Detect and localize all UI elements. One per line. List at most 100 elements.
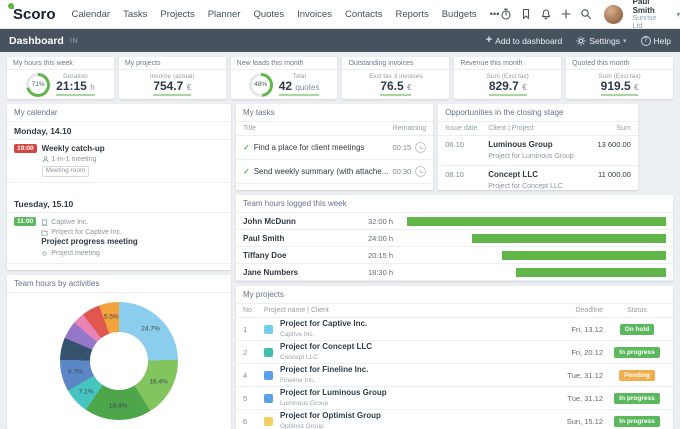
kpi-value[interactable]: 829.7 €	[488, 79, 527, 97]
kpi-row: My hours this week 71% Duration 21:15 h …	[7, 57, 673, 99]
event-title: Weekly catch-up	[41, 144, 105, 153]
team-member-name: John McDunn	[243, 216, 296, 226]
team-hours-row[interactable]: Jane Numbers 18:30 h	[236, 264, 673, 281]
team-member-hours: 20:15 h	[367, 250, 393, 260]
project-row[interactable]: 4 Project for Fineline Inc. Fineline Inc…	[236, 364, 673, 387]
activities-donut-chart[interactable]: 24.7% 16.4% 18.4% 7.1% 8.7% 6.1% 5.5%	[7, 293, 231, 429]
start-timer-icon[interactable]	[415, 142, 427, 153]
user-avatar[interactable]	[603, 4, 623, 24]
project-name[interactable]: Project for Captive Inc.	[280, 319, 548, 329]
user-menu[interactable]: Paul Smith Sunrise Ltd	[633, 0, 667, 31]
column-name-client[interactable]: Project name | Client	[264, 307, 548, 314]
projects-column-headers: No. Project name | Client Deadline Statu…	[236, 304, 673, 318]
nav-item-budgets[interactable]: Budgets	[442, 9, 477, 20]
add-to-dashboard-button[interactable]: + Add to dashboard	[486, 35, 563, 46]
hours-bar	[471, 233, 666, 243]
nav-item-contacts[interactable]: Contacts	[345, 9, 383, 20]
column-no[interactable]: No.	[243, 307, 259, 314]
project-row[interactable]: 2 Project for Concept LLC Concept LLC Fr…	[236, 341, 673, 364]
hours-bar	[407, 216, 666, 226]
person-icon	[42, 156, 49, 163]
check-icon[interactable]: ✓	[243, 143, 250, 152]
column-deadline[interactable]: Deadline	[553, 307, 603, 314]
opportunity-client[interactable]: Luminous Group	[488, 140, 574, 150]
check-icon[interactable]: ✓	[243, 167, 250, 176]
column-status[interactable]: Status	[608, 307, 666, 314]
column-title[interactable]: Title	[243, 125, 256, 132]
calendar-event[interactable]: 11:00 Captive Inc. Project for Captive I…	[7, 213, 231, 264]
status-badge[interactable]: In progress	[614, 415, 660, 427]
team-hours-row[interactable]: John McDunn 32:00 h	[236, 213, 673, 230]
project-number: 6	[243, 416, 248, 426]
project-name[interactable]: Project for Luminous Group	[280, 388, 548, 398]
nav-item-projects[interactable]: Projects	[160, 9, 194, 20]
kpi-value[interactable]: 76.5 €	[380, 79, 412, 97]
project-client[interactable]: Concept LLC	[280, 354, 318, 361]
project-client[interactable]: Luminous Group	[280, 400, 328, 407]
kpi-my-hours[interactable]: My hours this week 71% Duration 21:15 h	[7, 57, 114, 99]
nav-more-button[interactable]: •••	[490, 9, 500, 20]
project-row[interactable]: 6 Project for Optimist Group Optimist Gr…	[236, 410, 673, 429]
nav-item-tasks[interactable]: Tasks	[123, 9, 147, 20]
kpi-value[interactable]: 42 quotes	[278, 79, 320, 97]
opportunity-client[interactable]: Concept LLC	[488, 170, 574, 180]
team-hours-row[interactable]: Tiffany Doe 20:15 h	[236, 247, 673, 264]
status-badge[interactable]: Pending	[619, 369, 655, 381]
chevron-down-icon[interactable]: ▾	[676, 10, 680, 19]
donut-segment-label: 24.7%	[141, 325, 160, 333]
opportunity-project[interactable]: Project for Luminous Group	[488, 153, 574, 160]
kpi-quoted[interactable]: Quoted this month Sum (Excl tax) 919.5 €	[566, 57, 673, 99]
column-client-project[interactable]: Client | Project	[488, 125, 574, 132]
top-nav: Scoro Calendar Tasks Projects Planner Qu…	[0, 0, 680, 31]
task-title[interactable]: Find a place for client meetings	[254, 143, 389, 152]
kpi-new-leads[interactable]: New leads this month 48% Total 42 quotes	[230, 57, 338, 99]
project-name[interactable]: Project for Fineline Inc.	[280, 365, 548, 375]
column-remaining[interactable]: Remaining	[393, 125, 426, 132]
kpi-value[interactable]: 919.5 €	[600, 79, 639, 97]
project-row[interactable]: 1 Project for Captive Inc. Captive Inc. …	[236, 318, 673, 341]
start-timer-icon[interactable]	[415, 166, 427, 177]
project-row[interactable]: 5 Project for Luminous Group Luminous Gr…	[236, 387, 673, 410]
column-sum[interactable]: Sum	[579, 125, 630, 132]
help-button[interactable]: ? Help	[640, 35, 671, 46]
app-logo[interactable]: Scoro	[8, 2, 56, 23]
nav-item-planner[interactable]: Planner	[208, 9, 241, 20]
kpi-value[interactable]: 754.7 €	[153, 79, 192, 97]
logo-text: Scoro	[13, 5, 56, 23]
logo-leaf-icon	[8, 2, 14, 9]
kpi-value[interactable]: 21:15 h	[56, 79, 95, 97]
dashboard-settings-button[interactable]: Settings ▾	[576, 35, 627, 46]
search-icon[interactable]	[580, 7, 592, 21]
notifications-bell-icon[interactable]	[540, 7, 552, 21]
nav-item-invoices[interactable]: Invoices	[297, 9, 332, 20]
column-issue-date[interactable]: Issue date	[445, 125, 483, 132]
kpi-my-projects[interactable]: My projects Income (actual) 754.7 €	[118, 57, 226, 99]
quick-add-plus-icon[interactable]	[560, 7, 572, 21]
team-member-hours: 24:00 h	[367, 233, 393, 243]
timer-icon[interactable]	[500, 7, 512, 21]
project-deadline: Fri, 20.12	[571, 347, 603, 357]
kpi-outstanding-invoices[interactable]: Outstanding invoices Excl tax 3 invoices…	[342, 57, 450, 99]
nav-item-reports[interactable]: Reports	[395, 9, 428, 20]
opportunity-row[interactable]: 08.10 Concept LLC Project for Concept LL…	[438, 166, 638, 190]
calendar-event[interactable]: 19:00 Weekly catch-up 1-in-1 meeting Mee…	[7, 140, 231, 183]
project-client[interactable]: Captive Inc.	[280, 331, 314, 338]
opportunity-project[interactable]: Project for Concept LLC	[488, 183, 563, 190]
task-title[interactable]: Send weekly summary (with attache...	[254, 167, 389, 176]
task-row[interactable]: ✓ Find a place for client meetings 00:15	[236, 136, 434, 160]
project-name[interactable]: Project for Concept LLC	[280, 342, 548, 352]
project-client[interactable]: Fineline Inc.	[280, 377, 315, 384]
nav-item-calendar[interactable]: Calendar	[72, 9, 111, 20]
bookmark-icon[interactable]	[520, 7, 532, 21]
kpi-revenue[interactable]: Revenue this month Sum (Excl tax) 829.7 …	[454, 57, 562, 99]
status-badge[interactable]: In progress	[614, 392, 660, 404]
task-row[interactable]: ✓ Send weekly summary (with attache... 0…	[236, 160, 434, 184]
team-hours-row[interactable]: Paul Smith 24:00 h	[236, 230, 673, 247]
project-client[interactable]: Optimist Group	[280, 423, 324, 429]
status-badge[interactable]: On hold	[619, 323, 655, 335]
opportunity-row[interactable]: 06.10 Luminous Group Project for Luminou…	[438, 136, 638, 167]
nav-item-quotes[interactable]: Quotes	[253, 9, 284, 20]
status-badge[interactable]: In progress	[614, 346, 660, 358]
settings-label: Settings	[589, 35, 620, 46]
project-name[interactable]: Project for Optimist Group	[280, 411, 548, 421]
